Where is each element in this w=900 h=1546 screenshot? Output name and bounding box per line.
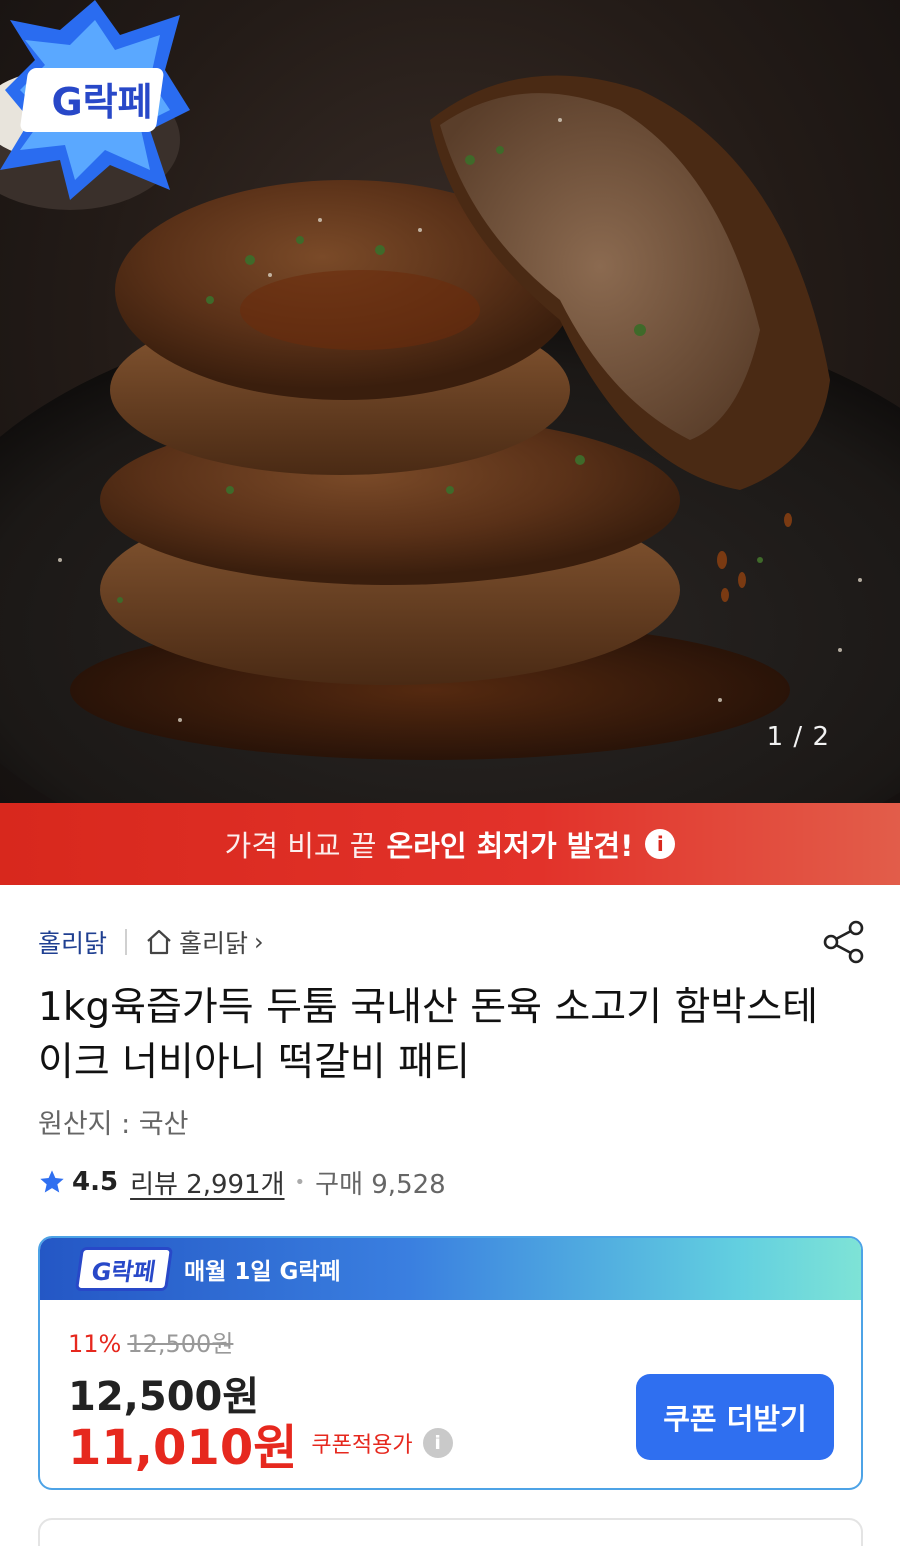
star-icon [40, 1170, 64, 1193]
product-origin: 원산지 : 국산 [38, 1109, 189, 1140]
next-section-card [38, 1518, 863, 1546]
coupon-price-card: G락페 매월 1일 G락페 11% 12,500원 12,500원 11,010… [38, 1236, 863, 1490]
purchase-count: 구매 9,528 [315, 1169, 446, 1200]
product-image[interactable]: G락페 1 / 2 [0, 0, 900, 803]
g-rakpe-badge: G락페 [74, 1247, 174, 1291]
seller-row: 홀리닭 홀리닭 › [38, 922, 264, 962]
chevron-right-icon: › [254, 928, 264, 956]
info-icon[interactable]: i [422, 1428, 453, 1458]
coupon-price-row: 11,010원 쿠폰적용가 i [68, 1408, 453, 1478]
divider [125, 929, 128, 955]
rating-score: 4.5 [72, 1167, 119, 1197]
coupon-header-label: 매월 1일 G락페 [184, 1259, 341, 1285]
coupon-card-header: G락페 매월 1일 G락페 [40, 1238, 861, 1300]
lowest-price-banner[interactable]: 가격 비교 끝 온라인 최저가 발견! i [0, 803, 900, 885]
get-more-coupons-button[interactable]: 쿠폰 더받기 [636, 1374, 834, 1460]
discount-line: 11% 12,500원 [68, 1324, 233, 1359]
coupon-applied-price: 11,010원 [68, 1420, 298, 1476]
svg-text:G락페: G락페 [51, 80, 152, 124]
share-icon[interactable] [822, 920, 866, 964]
g-rakpe-badge-icon: G락페 [0, 0, 190, 200]
original-price: 12,500원 [127, 1330, 234, 1358]
seller-name-link[interactable]: 홀리닭 [38, 924, 107, 960]
rating-row: 4.5 리뷰 2,991개 • 구매 9,528 [38, 1162, 446, 1202]
review-count-link[interactable]: 리뷰 2,991개 [130, 1164, 284, 1201]
store-name: 홀리닭 [179, 929, 249, 958]
banner-text-light: 가격 비교 끝 [224, 829, 377, 863]
home-icon [147, 929, 171, 955]
product-title: 1kg육즙가득 두툼 국내산 돈육 소고기 함박스테이크 너비아니 떡갈비 패티 [38, 985, 818, 1085]
image-counter: 1 / 2 [766, 722, 830, 752]
separator-dot: • [294, 1171, 306, 1193]
discount-percent: 11% [68, 1330, 122, 1358]
info-icon[interactable]: i [645, 829, 676, 859]
banner-text-bold: 온라인 최저가 발견! [386, 829, 634, 863]
coupon-applied-label: 쿠폰적용가 [311, 1433, 413, 1458]
store-link[interactable]: 홀리닭 › [145, 924, 264, 960]
